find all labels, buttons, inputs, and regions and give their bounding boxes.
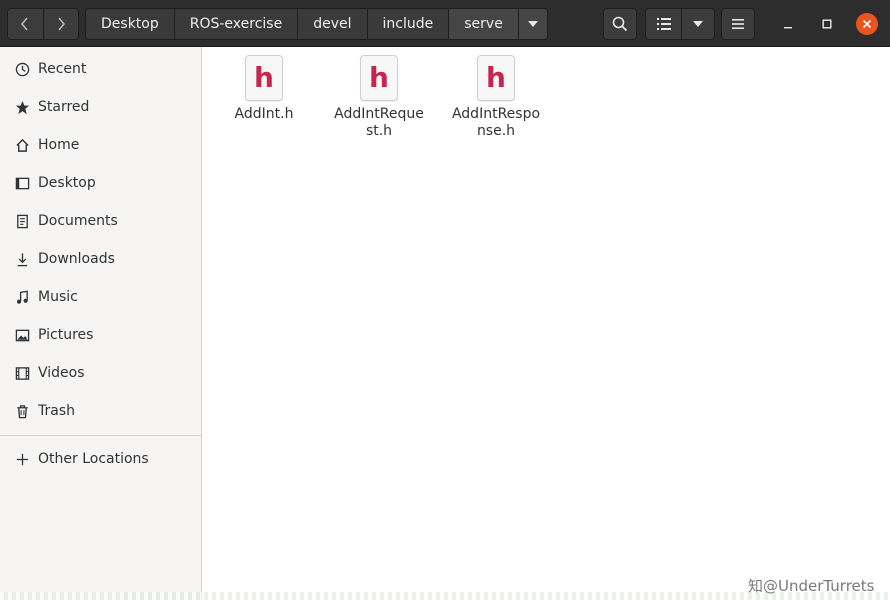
sidebar-item-label: Starred (38, 99, 90, 115)
file-item[interactable]: h AddIntRequest.h (324, 55, 434, 140)
sidebar-item-other-locations[interactable]: Other Locations (0, 441, 201, 477)
list-view-button[interactable] (646, 9, 681, 39)
list-icon (656, 18, 671, 30)
breadcrumb: Desktop ROS-exercise devel include serve (85, 8, 548, 40)
file-name: AddIntResponse.h (451, 106, 541, 139)
caret-down-icon (693, 21, 703, 27)
sidebar-item-label: Trash (38, 403, 75, 419)
maximize-button[interactable] (817, 14, 837, 34)
sidebar-item-label: Home (38, 137, 80, 153)
clock-icon (14, 61, 30, 77)
c-header-file-icon: h (360, 55, 398, 101)
view-controls (645, 8, 715, 40)
sidebar-item-home[interactable]: Home (0, 127, 201, 163)
minimize-button[interactable] (778, 14, 798, 34)
sidebar-item-recent[interactable]: Recent (0, 51, 201, 87)
maximize-icon (822, 19, 832, 29)
menu-button[interactable] (721, 8, 755, 40)
file-view: h AddInt.h h AddIntRequest.h h AddIntRes… (202, 47, 890, 600)
c-header-file-icon: h (477, 55, 515, 101)
breadcrumb-menu-button[interactable] (517, 9, 547, 39)
c-header-file-icon: h (245, 55, 283, 101)
file-name: AddIntRequest.h (334, 106, 424, 139)
file-name: AddInt.h (234, 106, 294, 122)
caret-down-icon (527, 21, 538, 27)
sidebar-item-documents[interactable]: Documents (0, 203, 201, 239)
search-button[interactable] (603, 8, 637, 40)
hamburger-icon (732, 19, 744, 29)
sidebar-item-music[interactable]: Music (0, 279, 201, 315)
chevron-right-icon (58, 17, 65, 31)
desktop-icon (14, 175, 30, 191)
navigation-buttons (7, 8, 79, 40)
sidebar-item-label: Documents (38, 213, 118, 229)
sidebar-item-label: Pictures (38, 327, 94, 343)
breadcrumb-desktop[interactable]: Desktop (86, 9, 174, 39)
file-item[interactable]: h AddIntResponse.h (441, 55, 551, 140)
breadcrumb-serve[interactable]: serve (448, 9, 518, 39)
sidebar-item-trash[interactable]: Trash (0, 393, 201, 429)
search-icon (612, 16, 628, 32)
close-icon (862, 19, 872, 29)
sidebar-item-desktop[interactable]: Desktop (0, 165, 201, 201)
minimize-icon (784, 27, 792, 29)
watermark: 知@UnderTurrets (748, 577, 875, 595)
sidebar-item-label: Desktop (38, 175, 96, 191)
close-button[interactable] (856, 13, 878, 35)
sidebar-divider (0, 435, 201, 436)
home-icon (14, 137, 30, 153)
sidebar-item-pictures[interactable]: Pictures (0, 317, 201, 353)
sidebar-item-label: Recent (38, 61, 87, 77)
breadcrumb-devel[interactable]: devel (297, 9, 367, 39)
header-bar: Desktop ROS-exercise devel include serve (0, 0, 890, 47)
document-icon (14, 213, 30, 229)
sidebar-item-label: Downloads (38, 251, 115, 267)
file-item[interactable]: h AddInt.h (209, 55, 319, 123)
music-icon (14, 289, 30, 305)
breadcrumb-ros-exercise[interactable]: ROS-exercise (173, 9, 298, 39)
sidebar-item-starred[interactable]: Starred (0, 89, 201, 125)
sidebar-item-label: Music (38, 289, 78, 305)
download-icon (14, 251, 30, 267)
trash-icon (14, 403, 30, 419)
breadcrumb-include[interactable]: include (366, 9, 449, 39)
sidebar-item-videos[interactable]: Videos (0, 355, 201, 391)
plus-icon (14, 451, 30, 467)
chevron-left-icon (21, 17, 29, 31)
forward-button[interactable] (42, 9, 78, 39)
star-icon (14, 99, 30, 115)
sidebar: Recent Starred Home Desktop Documents Do… (0, 47, 202, 600)
picture-icon (14, 327, 30, 343)
back-button[interactable] (8, 9, 43, 39)
view-options-button[interactable] (681, 9, 714, 39)
sidebar-item-downloads[interactable]: Downloads (0, 241, 201, 277)
sidebar-item-label: Other Locations (38, 451, 149, 467)
video-icon (14, 365, 30, 381)
sidebar-item-label: Videos (38, 365, 85, 381)
